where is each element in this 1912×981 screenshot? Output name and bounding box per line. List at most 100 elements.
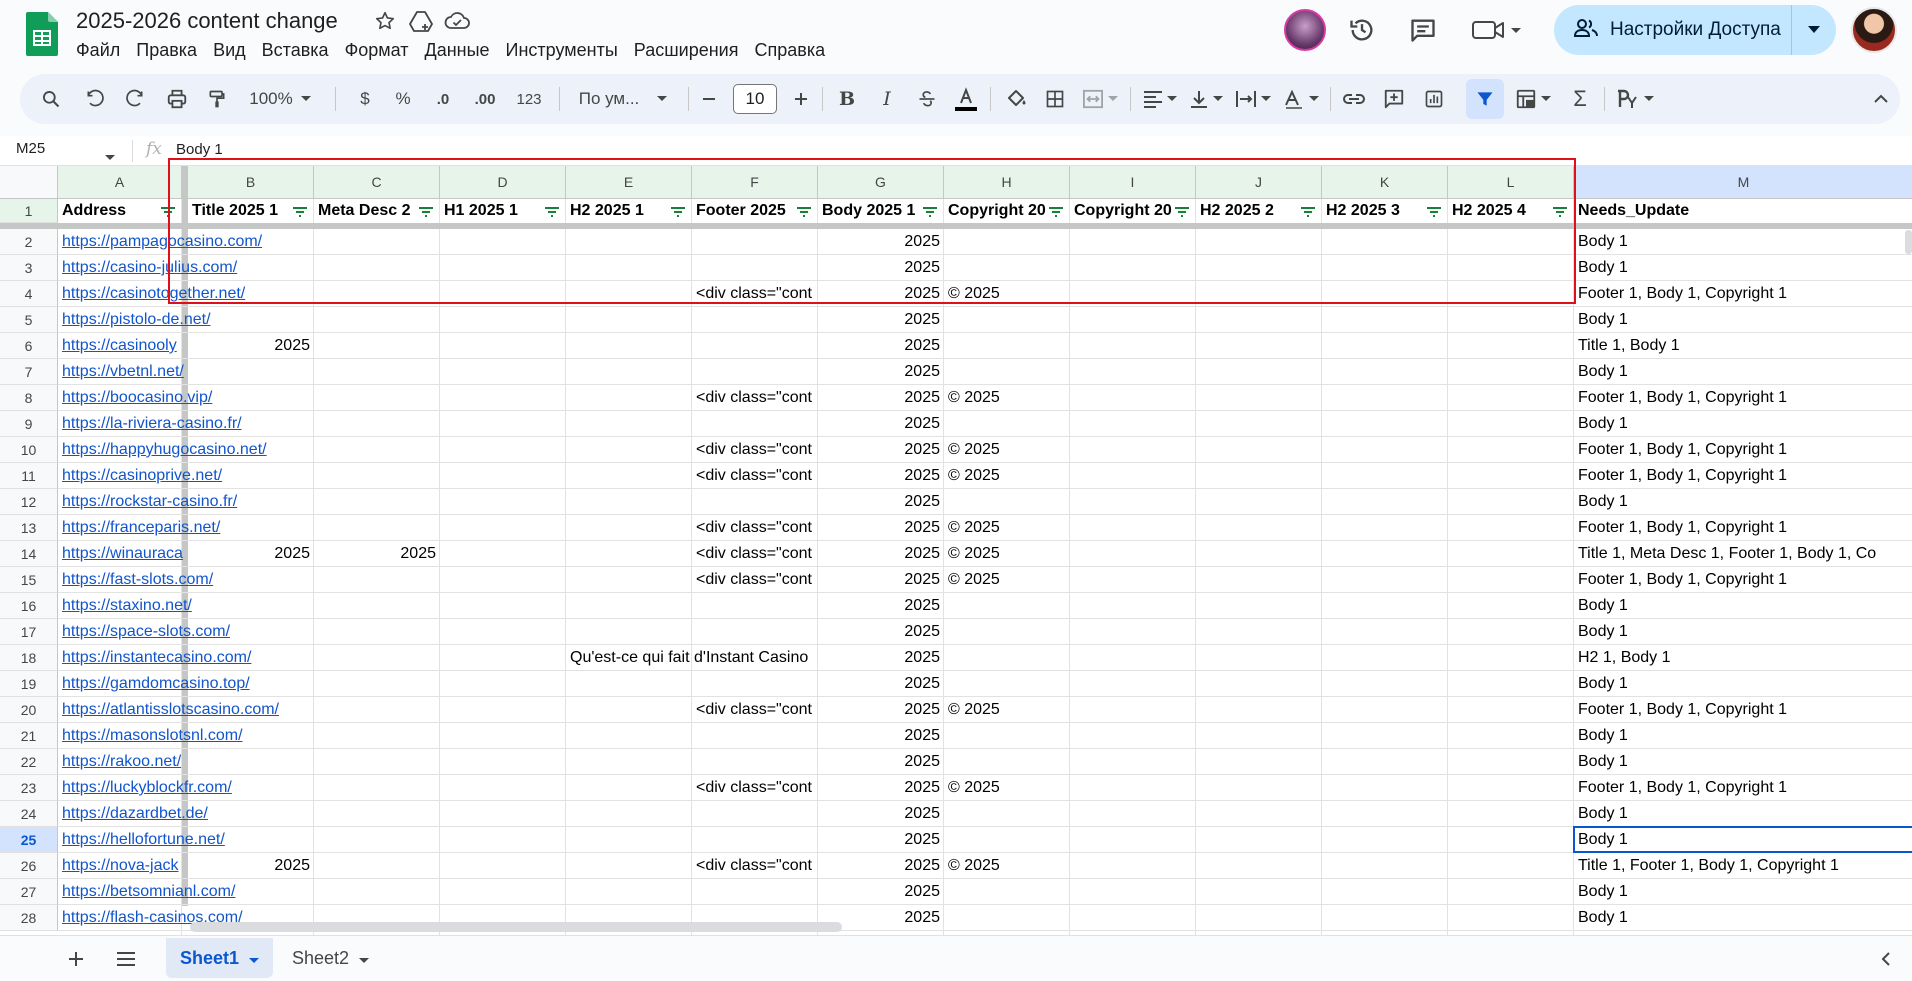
menu-insert[interactable]: Вставка bbox=[254, 36, 337, 65]
text-rotation-icon[interactable] bbox=[1278, 74, 1324, 124]
table-cell[interactable]: Body 1 bbox=[1574, 307, 1912, 333]
font-select[interactable]: По ум... bbox=[568, 74, 678, 124]
url-link[interactable]: https://dazardbet.de/ bbox=[58, 801, 208, 827]
column-header[interactable]: B bbox=[188, 166, 314, 199]
table-cell[interactable]: 2025 bbox=[818, 411, 944, 437]
strikethrough-icon[interactable] bbox=[910, 74, 944, 124]
table-cell[interactable]: 2025 bbox=[818, 827, 944, 853]
table-cell[interactable]: Body 1 bbox=[1574, 723, 1912, 749]
filter-icon[interactable] bbox=[544, 205, 560, 223]
url-link[interactable]: https://space-slots.com/ bbox=[58, 619, 230, 645]
table-cell[interactable]: 2025 bbox=[818, 281, 944, 307]
table-cell[interactable]: © 2025 bbox=[944, 437, 1070, 463]
meet-call-icon[interactable] bbox=[1467, 12, 1527, 48]
table-cell[interactable]: Title 1, Meta Desc 1, Footer 1, Body 1, … bbox=[1574, 541, 1912, 567]
url-link[interactable]: https://flash-casinos.com/ bbox=[58, 905, 243, 931]
filter-icon[interactable] bbox=[292, 205, 308, 223]
menu-help[interactable]: Справка bbox=[746, 36, 833, 65]
table-cell[interactable]: <div class="cont bbox=[692, 437, 818, 463]
column-header[interactable]: C bbox=[314, 166, 440, 199]
row-number[interactable]: 22 bbox=[0, 749, 58, 775]
column-header[interactable]: L bbox=[1448, 166, 1574, 199]
header-cell[interactable]: H2 2025 2 bbox=[1196, 198, 1298, 224]
collaborator-avatar[interactable] bbox=[1284, 9, 1326, 51]
table-cell[interactable]: Footer 1, Body 1, Copyright 1 bbox=[1574, 463, 1912, 489]
filter-icon[interactable] bbox=[1048, 205, 1064, 223]
table-cell[interactable]: 2025 bbox=[818, 879, 944, 905]
name-box[interactable]: M25 bbox=[16, 140, 45, 157]
table-cell[interactable]: <div class="cont bbox=[692, 515, 818, 541]
table-cell[interactable]: Title 1, Body 1 bbox=[1574, 333, 1912, 359]
url-link[interactable]: https://fast-slots.com/ bbox=[58, 567, 213, 593]
formula-input[interactable]: Body 1 bbox=[176, 141, 223, 158]
table-cell[interactable]: 2025 bbox=[818, 541, 944, 567]
row-number[interactable]: 7 bbox=[0, 359, 58, 385]
sheets-logo-icon[interactable] bbox=[26, 12, 58, 56]
table-cell[interactable]: 2025 bbox=[818, 307, 944, 333]
row-number[interactable]: 6 bbox=[0, 333, 58, 359]
column-header[interactable]: K bbox=[1322, 166, 1448, 199]
table-cell[interactable]: 2025 bbox=[818, 515, 944, 541]
header-cell[interactable]: Address bbox=[58, 198, 158, 224]
column-header[interactable]: J bbox=[1196, 166, 1322, 199]
filter-icon[interactable] bbox=[1426, 205, 1442, 223]
table-cell[interactable]: Body 1 bbox=[1574, 359, 1912, 385]
url-link[interactable]: https://atlantisslotscasino.com/ bbox=[58, 697, 279, 723]
menu-data[interactable]: Данные bbox=[417, 36, 498, 65]
table-cell[interactable]: 2025 bbox=[818, 801, 944, 827]
italic-icon[interactable]: I bbox=[870, 74, 904, 124]
row-number[interactable]: 8 bbox=[0, 385, 58, 411]
row-number[interactable]: 24 bbox=[0, 801, 58, 827]
filter-icon[interactable] bbox=[1466, 74, 1504, 124]
url-link[interactable]: https://rakoo.net/ bbox=[58, 749, 182, 775]
url-link[interactable]: https://winauraca bbox=[58, 541, 183, 567]
table-cell[interactable]: Body 1 bbox=[1574, 879, 1912, 905]
table-cell[interactable]: 2025 bbox=[818, 697, 944, 723]
row-number[interactable]: 19 bbox=[0, 671, 58, 697]
url-link[interactable]: https://franceparis.net/ bbox=[58, 515, 220, 541]
table-cell[interactable]: Footer 1, Body 1, Copyright 1 bbox=[1574, 775, 1912, 801]
filter-icon[interactable] bbox=[670, 205, 686, 223]
table-cell[interactable]: Footer 1, Body 1, Copyright 1 bbox=[1574, 567, 1912, 593]
table-cell[interactable]: Title 1, Footer 1, Body 1, Copyright 1 bbox=[1574, 853, 1912, 879]
table-cell[interactable]: 2025 bbox=[818, 333, 944, 359]
row-number[interactable]: 26 bbox=[0, 853, 58, 879]
text-color-icon[interactable] bbox=[948, 74, 984, 124]
star-icon[interactable] bbox=[372, 8, 398, 34]
menu-tools[interactable]: Инструменты bbox=[498, 36, 626, 65]
table-cell[interactable]: 2025 bbox=[314, 541, 440, 567]
decrease-decimal-button[interactable]: .0 bbox=[426, 74, 460, 124]
url-link[interactable]: https://luckyblockfr.com/ bbox=[58, 775, 232, 801]
increase-decimal-button[interactable]: .00 bbox=[466, 74, 504, 124]
insert-chart-icon[interactable] bbox=[1416, 74, 1452, 124]
table-cell[interactable]: 2025 bbox=[818, 567, 944, 593]
redo-icon[interactable] bbox=[118, 74, 152, 124]
table-cell[interactable]: 2025 bbox=[818, 229, 944, 255]
chevron-down-icon[interactable] bbox=[249, 948, 260, 969]
menu-edit[interactable]: Правка bbox=[128, 36, 205, 65]
table-cell[interactable]: © 2025 bbox=[944, 853, 1070, 879]
row-number[interactable]: 25 bbox=[0, 827, 58, 853]
menu-view[interactable]: Вид bbox=[205, 36, 254, 65]
table-cell[interactable]: Footer 1, Body 1, Copyright 1 bbox=[1574, 437, 1912, 463]
input-tools-icon[interactable] bbox=[1610, 74, 1660, 124]
version-history-icon[interactable] bbox=[1344, 12, 1380, 48]
url-link[interactable]: https://casinoprive.net/ bbox=[58, 463, 222, 489]
select-all-corner[interactable] bbox=[0, 166, 58, 199]
more-formats-button[interactable]: 123 bbox=[510, 74, 548, 124]
table-cell[interactable]: <div class="cont bbox=[692, 775, 818, 801]
filter-icon[interactable] bbox=[796, 205, 812, 223]
filter-icon[interactable] bbox=[418, 205, 434, 223]
url-link[interactable]: https://instantecasino.com/ bbox=[58, 645, 251, 671]
user-avatar[interactable] bbox=[1851, 7, 1897, 53]
row-number[interactable]: 28 bbox=[0, 905, 58, 931]
all-sheets-icon[interactable] bbox=[106, 942, 146, 976]
url-link[interactable]: https://nova-jack bbox=[58, 853, 182, 879]
table-cell[interactable]: © 2025 bbox=[944, 385, 1070, 411]
header-cell[interactable]: H2 2025 1 bbox=[566, 198, 668, 224]
table-cell[interactable]: 2025 bbox=[818, 775, 944, 801]
url-link[interactable]: https://pampagocasino.com/ bbox=[58, 229, 262, 255]
header-cell[interactable]: Footer 2025 bbox=[692, 198, 794, 224]
menu-file[interactable]: Файл bbox=[68, 36, 128, 65]
row-number[interactable]: 13 bbox=[0, 515, 58, 541]
